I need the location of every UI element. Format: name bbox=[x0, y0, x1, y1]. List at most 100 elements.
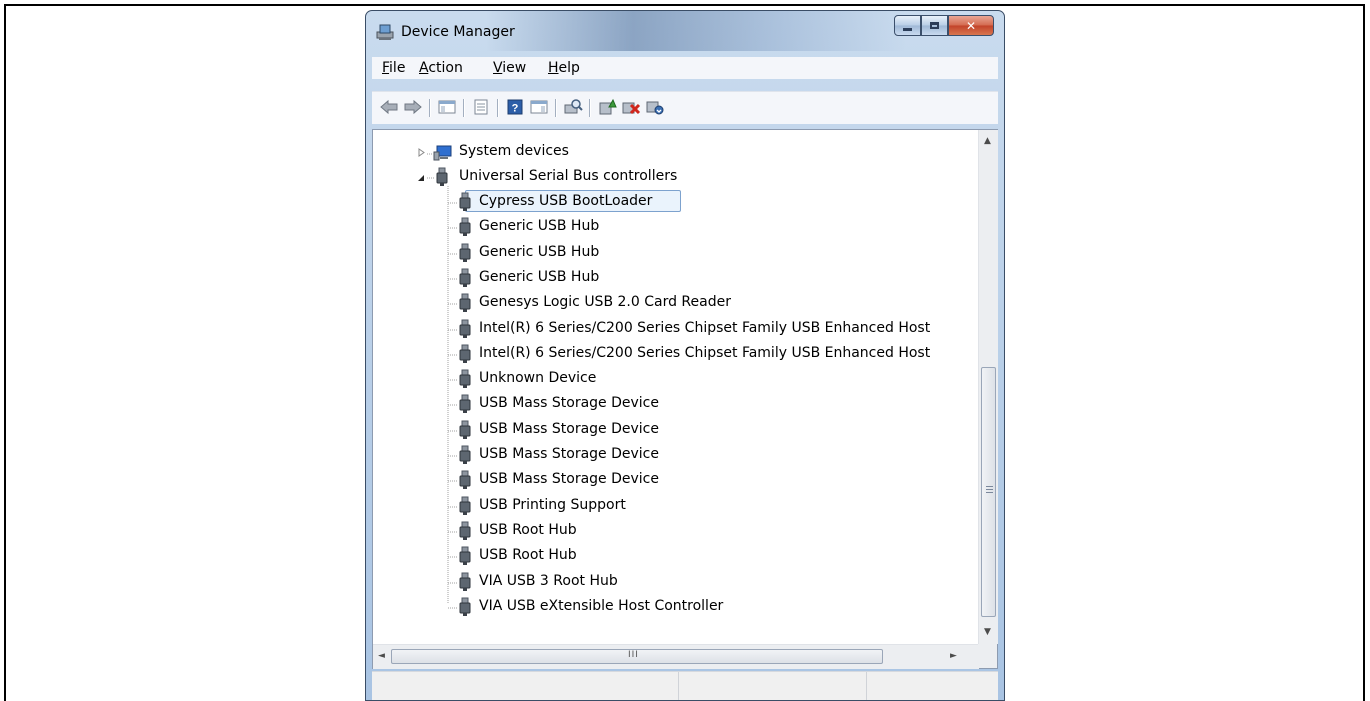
tree-node-label: Generic USB Hub bbox=[479, 218, 600, 235]
tree-node-usb-controllers[interactable]: Universal Serial Bus controllers bbox=[373, 165, 973, 190]
back-button[interactable] bbox=[378, 97, 400, 117]
svg-text:?: ? bbox=[512, 103, 519, 115]
scan-hardware-button[interactable] bbox=[562, 97, 584, 117]
minimize-button[interactable] bbox=[894, 15, 921, 36]
vertical-scroll-thumb[interactable] bbox=[981, 367, 996, 617]
uninstall-device-icon bbox=[646, 101, 664, 115]
tree-node-label: VIA USB eXtensible Host Controller bbox=[479, 597, 724, 614]
tree-node-usb-device[interactable]: Intel(R) 6 Series/C200 Series Chipset Fa… bbox=[373, 342, 973, 367]
usb-device-icon bbox=[448, 319, 471, 338]
tree-node-label: VIA USB 3 Root Hub bbox=[479, 572, 618, 589]
usb-device-icon bbox=[448, 546, 471, 566]
action-pane-button[interactable] bbox=[528, 97, 550, 117]
tree-node-usb-device[interactable]: USB Root Hub bbox=[373, 544, 973, 569]
menu-file[interactable]: File bbox=[382, 60, 405, 76]
tree-node-usb-device[interactable]: USB Mass Storage Device bbox=[373, 418, 973, 443]
forward-button[interactable] bbox=[402, 97, 424, 117]
status-bar bbox=[372, 671, 998, 700]
tree-node-usb-device[interactable]: USB Mass Storage Device bbox=[373, 468, 973, 493]
tree-node-usb-device[interactable]: USB Mass Storage Device bbox=[373, 392, 973, 417]
usb-device-icon bbox=[448, 572, 471, 591]
usb-device-icon bbox=[448, 217, 471, 237]
update-driver-button[interactable] bbox=[596, 97, 618, 117]
help-icon: ? bbox=[507, 99, 523, 115]
maximize-icon bbox=[930, 22, 939, 29]
device-manager-window: Device Manager ✕ File Action View Help ? bbox=[365, 10, 1005, 701]
tree-node-usb-device[interactable]: USB Printing Support bbox=[373, 494, 973, 519]
close-icon: ✕ bbox=[965, 18, 977, 33]
scroll-down-icon[interactable]: ▼ bbox=[984, 627, 991, 637]
scan-hardware-icon bbox=[564, 99, 583, 114]
tree-node-label: USB Mass Storage Device bbox=[479, 395, 659, 412]
properties-button[interactable] bbox=[470, 97, 492, 117]
tree-node-usb-device[interactable]: Genesys Logic USB 2.0 Card Reader bbox=[373, 291, 973, 316]
grip-line bbox=[986, 492, 993, 493]
usb-device-icon bbox=[448, 597, 471, 616]
tree-node-usb-device[interactable]: Generic USB Hub bbox=[373, 266, 973, 291]
scroll-up-icon[interactable]: ▲ bbox=[984, 136, 991, 146]
usb-device-icon bbox=[448, 420, 471, 439]
menu-view-accel: V bbox=[493, 60, 503, 76]
usb-device-icon bbox=[448, 293, 471, 313]
properties-icon bbox=[474, 99, 488, 115]
tree-node-label: USB Mass Storage Device bbox=[479, 420, 659, 437]
tree-node-usb-device[interactable]: Generic USB Hub bbox=[373, 241, 973, 266]
horizontal-thumb-grip: III bbox=[628, 650, 639, 660]
show-hide-console-tree-icon bbox=[438, 100, 456, 114]
tree-node-label: USB Printing Support bbox=[479, 496, 626, 513]
collapse-arrow-icon[interactable] bbox=[417, 174, 425, 182]
menu-action-rest: ction bbox=[428, 60, 463, 76]
menu-help[interactable]: Help bbox=[548, 60, 580, 76]
close-button[interactable]: ✕ bbox=[948, 15, 994, 36]
usb-device-icon bbox=[448, 521, 471, 540]
minimize-icon bbox=[903, 28, 912, 31]
uninstall-device-button[interactable] bbox=[644, 97, 666, 117]
status-panel bbox=[678, 672, 867, 700]
vertical-scrollbar[interactable]: ▲ ▼ bbox=[978, 130, 998, 644]
console-tree-button[interactable] bbox=[436, 97, 458, 117]
tree-node-label: Genesys Logic USB 2.0 Card Reader bbox=[479, 294, 731, 311]
action-pane-icon bbox=[530, 100, 548, 114]
toolbar: ? bbox=[372, 91, 998, 124]
tree-node-label: Universal Serial Bus controllers bbox=[459, 168, 678, 184]
usb-device-icon bbox=[448, 496, 471, 515]
tree-node-usb-device[interactable]: VIA USB 3 Root Hub bbox=[373, 570, 973, 595]
menu-file-rest: ile bbox=[389, 60, 406, 76]
tree-node-usb-device[interactable]: USB Mass Storage Device bbox=[373, 443, 973, 468]
menu-help-accel: H bbox=[548, 60, 559, 76]
tree-node-usb-device[interactable]: VIA USB eXtensible Host Controller bbox=[373, 595, 973, 620]
tree-node-label: Intel(R) 6 Series/C200 Series Chipset Fa… bbox=[479, 319, 931, 336]
system-devices-icon bbox=[427, 145, 452, 161]
menu-view-rest: iew bbox=[502, 60, 527, 76]
toolbar-separator bbox=[497, 99, 499, 117]
usb-device-icon bbox=[448, 470, 471, 490]
horizontal-scroll-thumb[interactable]: III bbox=[391, 649, 883, 664]
scroll-right-icon[interactable]: ► bbox=[950, 651, 957, 661]
usb-controller-icon bbox=[427, 167, 448, 186]
disable-device-button[interactable] bbox=[620, 97, 642, 117]
expand-arrow-icon[interactable] bbox=[418, 148, 425, 157]
toolbar-separator bbox=[555, 99, 557, 117]
device-tree-pane: System devices Universal Serial Bus cont… bbox=[372, 129, 998, 669]
grip-line bbox=[986, 489, 993, 490]
menu-view[interactable]: View bbox=[493, 60, 526, 76]
tree-node-label: Generic USB Hub bbox=[479, 268, 600, 285]
horizontal-scrollbar[interactable]: ◄ III ► bbox=[373, 644, 979, 669]
tree-node-usb-device[interactable]: Unknown Device bbox=[373, 367, 973, 392]
disable-device-icon bbox=[622, 102, 641, 115]
tree-node-system-devices[interactable]: System devices bbox=[373, 140, 973, 165]
usb-device-icon bbox=[448, 243, 471, 262]
tree-node-usb-device[interactable]: Generic USB Hub bbox=[373, 215, 973, 240]
tree-node-usb-device[interactable]: USB Root Hub bbox=[373, 519, 973, 544]
tree-node-label: Cypress USB BootLoader bbox=[479, 193, 653, 209]
help-button[interactable]: ? bbox=[504, 97, 526, 117]
maximize-button[interactable] bbox=[921, 15, 948, 36]
usb-device-icon bbox=[448, 268, 471, 287]
menu-file-accel: F bbox=[382, 60, 390, 76]
tree-node-usb-device[interactable]: Cypress USB BootLoader bbox=[373, 190, 973, 215]
scrollbar-corner bbox=[978, 644, 997, 668]
menu-action[interactable]: Action bbox=[419, 60, 463, 76]
scroll-left-icon[interactable]: ◄ bbox=[378, 651, 385, 661]
tree-node-usb-device[interactable]: Intel(R) 6 Series/C200 Series Chipset Fa… bbox=[373, 317, 973, 342]
title-bar[interactable]: Device Manager ✕ bbox=[366, 11, 1004, 51]
